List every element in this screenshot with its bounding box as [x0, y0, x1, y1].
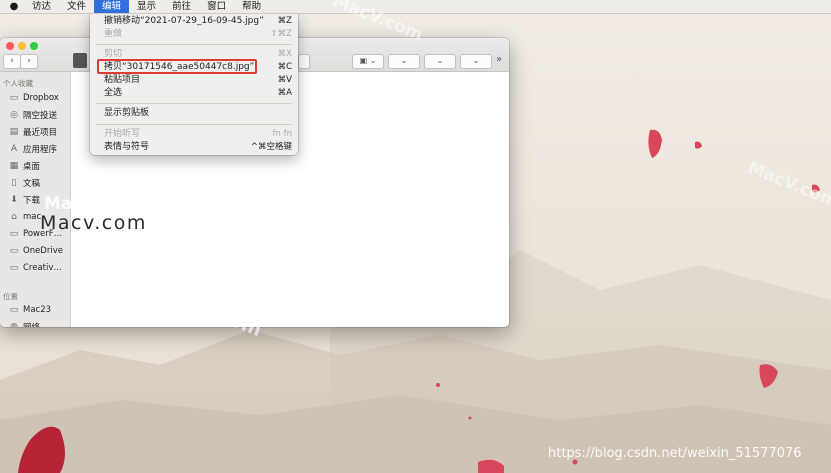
- menu-item-paste[interactable]: 粘贴项目 ⌘V: [90, 74, 298, 87]
- zoom-window-button[interactable]: [30, 42, 38, 50]
- menu-item-label: 表情与符号: [104, 142, 150, 152]
- airdrop-icon: ◎: [10, 110, 18, 120]
- share-button[interactable]: ⌄: [424, 54, 456, 69]
- group-icon: ▣: [359, 56, 368, 65]
- sidebar-item-label: 下载: [23, 196, 41, 206]
- desktop-icon: ▦: [9, 161, 19, 171]
- menu-go[interactable]: 前往: [164, 0, 199, 13]
- menu-item-redo[interactable]: 重做 ⇧⌘Z: [90, 28, 298, 41]
- menu-separator: [96, 103, 292, 104]
- watermark-macv: Macv.com: [40, 212, 147, 234]
- close-window-button[interactable]: [6, 42, 14, 50]
- sidebar-section-locations: 位置: [3, 292, 18, 301]
- network-icon: ◍: [10, 322, 18, 327]
- menu-item-label: 显示剪贴板: [104, 108, 150, 118]
- sidebar-item-downloads[interactable]: ⬇ 下载: [8, 193, 40, 207]
- sidebar-item-label: 网络: [23, 321, 40, 327]
- sidebar-item-airdrop[interactable]: ◎ 隔空投送: [8, 108, 57, 122]
- copy-item-highlight-box: [97, 59, 257, 74]
- sidebar-item-label: 桌面: [23, 162, 41, 172]
- watermark-macv-partial: Ma: [44, 194, 73, 214]
- menu-item-select-all[interactable]: 全选 ⌘A: [90, 87, 298, 100]
- menu-item-shortcut: fn fn: [272, 129, 292, 139]
- back-button[interactable]: ‹: [3, 54, 21, 69]
- sidebar-item-label: Mac23: [23, 305, 52, 315]
- sidebar-item-dropbox[interactable]: ▭ Dropbox: [8, 91, 59, 105]
- apple-logo-icon[interactable]: ●: [4, 1, 24, 12]
- menu-finder[interactable]: 访达: [24, 0, 59, 13]
- sidebar-item-documents[interactable]: ▯ 文稿: [8, 176, 41, 190]
- sidebar-item-label: mac: [23, 212, 42, 222]
- folder-icon: ▭: [9, 263, 19, 273]
- menu-item-shortcut: ⌘C: [277, 62, 292, 72]
- menu-item-shortcut: ⇧⌘Z: [270, 29, 292, 39]
- menu-item-shortcut: ⌘Z: [277, 16, 292, 26]
- sidebar-item-label: Creativ…: [23, 263, 62, 273]
- menu-item-shortcut: ⌘A: [277, 88, 292, 98]
- menu-item-shortcut: ⌘X: [277, 49, 292, 59]
- minimize-window-button[interactable]: [18, 42, 26, 50]
- sidebar-item-mac23[interactable]: ▭ Mac23: [8, 303, 51, 317]
- menu-bar: ● 访达 文件 编辑 显示 前往 窗口 帮助: [0, 0, 831, 14]
- computer-icon: ▭: [9, 305, 19, 315]
- menu-window[interactable]: 窗口: [199, 0, 234, 13]
- edit-menu-dropdown: 撤销移动“2021-07-29_16-09-45.jpg” ⌘Z 重做 ⇧⌘Z …: [90, 13, 298, 155]
- menu-item-label: 撤销移动“2021-07-29_16-09-45.jpg”: [104, 16, 264, 26]
- forward-button[interactable]: ›: [20, 54, 38, 69]
- sidebar-item-label: 最近项目: [23, 128, 58, 138]
- group-button[interactable]: ▣ ⌄: [352, 54, 384, 69]
- folder-icon: ▭: [9, 229, 19, 239]
- menu-item-shortcut: ⌘V: [277, 75, 292, 85]
- menu-separator: [96, 124, 292, 125]
- downloads-icon: ⬇: [10, 195, 18, 205]
- menu-help[interactable]: 帮助: [234, 0, 269, 13]
- sidebar-item-recents[interactable]: ▤ 最近项目: [8, 125, 57, 139]
- sidebar-item-applications[interactable]: A 应用程序: [8, 142, 57, 156]
- recents-icon: ▤: [9, 127, 19, 137]
- menu-item-label: 全选: [104, 88, 123, 98]
- menu-item-label: 开始听写: [104, 129, 141, 139]
- menu-view[interactable]: 显示: [129, 0, 164, 13]
- sidebar-item-onedrive[interactable]: ▭ OneDrive: [8, 244, 63, 258]
- menu-item-label: 粘贴项目: [104, 75, 141, 85]
- sidebar-item-network[interactable]: ◍ 网络: [8, 320, 40, 327]
- sidebar-item-creative[interactable]: ▭ Creativ…: [8, 261, 62, 275]
- menu-item-show-clipboard[interactable]: 显示剪贴板: [90, 107, 298, 120]
- menu-separator: [96, 44, 292, 45]
- applications-icon: A: [10, 144, 18, 154]
- action-button[interactable]: ⌄: [388, 54, 420, 69]
- toolbar-button-partial[interactable]: [298, 54, 310, 69]
- watermark-blog-url: https://blog.csdn.net/weixin_51577076: [548, 446, 802, 461]
- view-mode-icon[interactable]: [73, 53, 87, 68]
- documents-icon: ▯: [11, 178, 17, 188]
- chevron-down-icon: ⌄: [436, 56, 444, 65]
- tags-button[interactable]: ⌄: [460, 54, 492, 69]
- menu-item-undo-move[interactable]: 撤销移动“2021-07-29_16-09-45.jpg” ⌘Z: [90, 15, 298, 28]
- folder-icon: ▭: [9, 246, 19, 256]
- sidebar-item-desktop[interactable]: ▦ 桌面: [8, 159, 40, 173]
- chevron-down-icon: ⌄: [472, 56, 480, 65]
- menu-item-label: 重做: [104, 29, 123, 39]
- sidebar-item-label: Dropbox: [23, 93, 59, 103]
- sidebar-item-label: OneDrive: [23, 246, 63, 256]
- sidebar-item-label: 隔空投送: [23, 111, 58, 121]
- menu-edit[interactable]: 编辑: [94, 0, 130, 13]
- sidebar-item-home[interactable]: ⌂ mac: [8, 210, 41, 224]
- menu-item-emoji-symbols[interactable]: 表情与符号 ^⌘空格键: [90, 141, 298, 154]
- menu-file[interactable]: 文件: [59, 0, 94, 13]
- sidebar-item-label: 应用程序: [23, 145, 58, 155]
- home-icon: ⌂: [11, 212, 17, 222]
- menu-item-start-dictation[interactable]: 开始听写 fn fn: [90, 128, 298, 141]
- sidebar-section-favorites: 个人收藏: [3, 79, 33, 88]
- sidebar-item-label: 文稿: [23, 179, 41, 189]
- folder-icon: ▭: [9, 93, 19, 103]
- chevron-down-icon: ⌄: [369, 56, 377, 65]
- menu-item-shortcut: ^⌘空格键: [250, 142, 292, 152]
- toolbar-overflow-icon[interactable]: »: [496, 54, 502, 65]
- chevron-down-icon: ⌄: [400, 56, 408, 65]
